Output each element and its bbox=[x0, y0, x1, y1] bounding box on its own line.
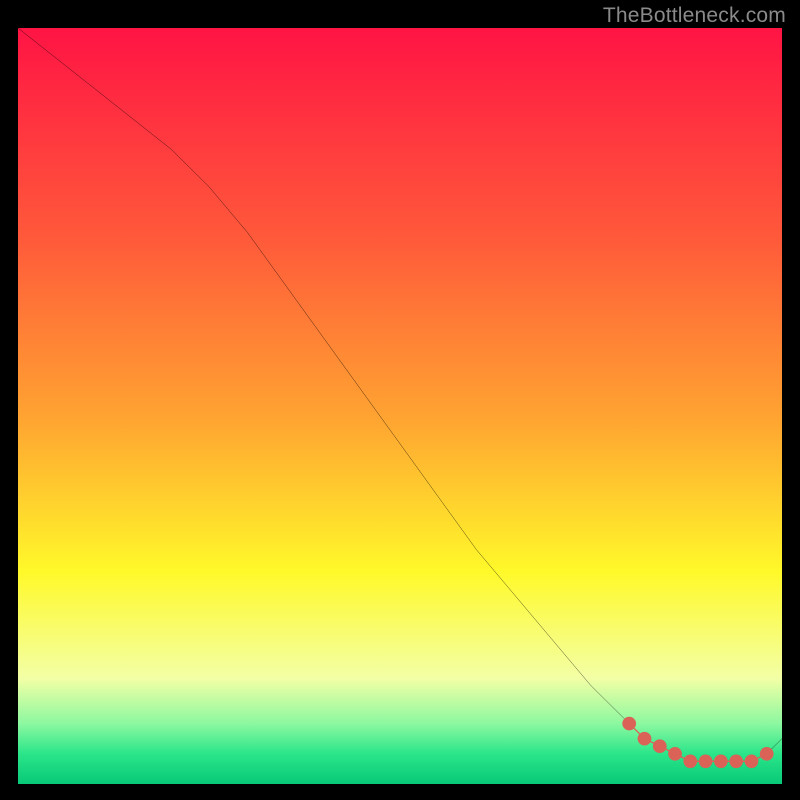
plot-svg bbox=[18, 28, 782, 784]
chart-stage: TheBottleneck.com bbox=[0, 0, 800, 800]
watermark-text: TheBottleneck.com bbox=[603, 4, 786, 28]
gradient-background bbox=[18, 28, 782, 784]
plot-frame bbox=[18, 28, 782, 784]
